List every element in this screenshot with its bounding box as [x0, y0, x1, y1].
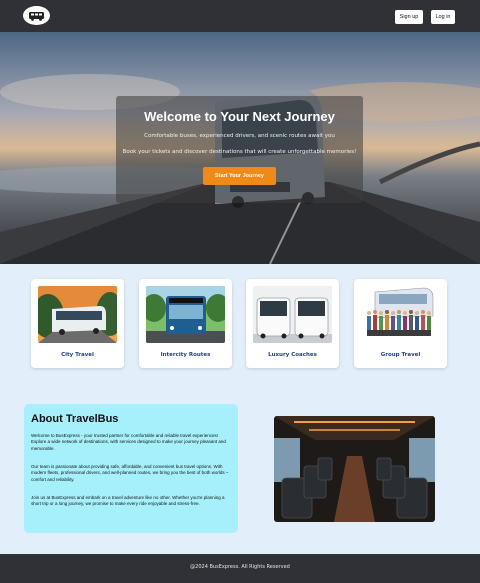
footer: @2024 BusExpress. All Rights Reserved — [0, 554, 480, 583]
hero-section: Welcome to Your Next Journey Comfortable… — [0, 32, 480, 264]
hero-description: Book your tickets and discover destinati… — [122, 149, 357, 155]
login-button[interactable]: Log in — [431, 10, 455, 24]
hero-overlay-card: Welcome to Your Next Journey Comfortable… — [116, 96, 363, 203]
luxury-coaches-image — [253, 286, 332, 343]
intercity-routes-image — [146, 286, 225, 343]
about-paragraph-1: Welcome to BusExpress - your trusted par… — [31, 433, 226, 451]
service-card-group-travel[interactable]: Group Travel — [354, 279, 447, 368]
service-label: City Travel — [61, 352, 94, 358]
service-label: Intercity Routes — [160, 352, 211, 358]
about-title: About TravelBus — [31, 413, 119, 425]
hero-title: Welcome to Your Next Journey — [144, 109, 335, 124]
copyright-text: @2024 BusExpress. All Rights Reserved — [190, 564, 290, 570]
bus-interior-image — [274, 416, 435, 522]
group-travel-image — [361, 286, 440, 343]
about-section: About TravelBus Welcome to BusExpress - … — [24, 404, 238, 533]
service-card-luxury-coaches[interactable]: Luxury Coaches — [246, 279, 339, 368]
start-journey-button[interactable]: Start Your Journey — [203, 167, 276, 185]
service-card-intercity-routes[interactable]: Intercity Routes — [139, 279, 232, 368]
top-navbar: Sign up Log in — [0, 0, 480, 32]
city-travel-image — [38, 286, 117, 343]
about-paragraph-3: Join us at BusExpress and embark on a tr… — [31, 495, 225, 507]
service-card-city-travel[interactable]: City Travel — [31, 279, 124, 368]
bus-logo-icon[interactable] — [23, 6, 50, 25]
service-label: Luxury Coaches — [268, 352, 317, 358]
signup-button[interactable]: Sign up — [395, 10, 423, 24]
service-label: Group Travel — [380, 352, 421, 358]
hero-subtitle: Comfortable buses, experienced drivers, … — [144, 133, 335, 139]
about-paragraph-2: Our team is passionate about providing s… — [31, 464, 229, 482]
